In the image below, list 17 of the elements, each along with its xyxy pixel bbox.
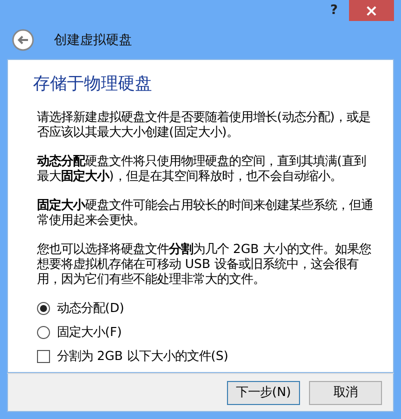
radio-button[interactable]: [37, 326, 50, 340]
back-icon[interactable]: [12, 29, 34, 52]
close-button[interactable]: ×: [349, 0, 394, 21]
cancel-button[interactable]: 取消: [309, 380, 382, 405]
option-label: 分割为 2GB 以下大小的文件(S): [57, 348, 228, 366]
page-heading: 存储于物理硬盘: [33, 73, 153, 96]
wizard-title: 创建虚拟硬盘: [54, 32, 132, 50]
next-button[interactable]: 下一步(N): [227, 380, 300, 405]
description-paragraph: 您也可以选择将硬盘文件分割为几个 2GB 大小的文件。如果您想要将虚拟机存储在可移动 USB 设备或旧系统中，这会很有用，因为它们有些不能处理非常大的文件。: [37, 241, 372, 286]
radio-button[interactable]: [37, 302, 50, 316]
description-paragraph: 请选择新建虚拟硬盘文件是否要随着使用增长(动态分配)，或是否应该以其最大大小创建(固定大小)。: [37, 109, 372, 140]
description-paragraph: 动态分配硬盘文件将只使用物理硬盘的空间，直到其填满(直到最大固定大小)，但是在其空间释放时，也不会自动缩小。: [37, 153, 367, 184]
help-button[interactable]: ?: [319, 0, 349, 21]
option-label: 固定大小(F): [57, 324, 122, 342]
option-label: 动态分配(D): [57, 300, 124, 318]
description-paragraph: 固定大小硬盘文件可能会占用较长的时间来创建某些系统，但通常使用起来会更快。: [37, 197, 374, 228]
checkbox[interactable]: [37, 350, 50, 364]
